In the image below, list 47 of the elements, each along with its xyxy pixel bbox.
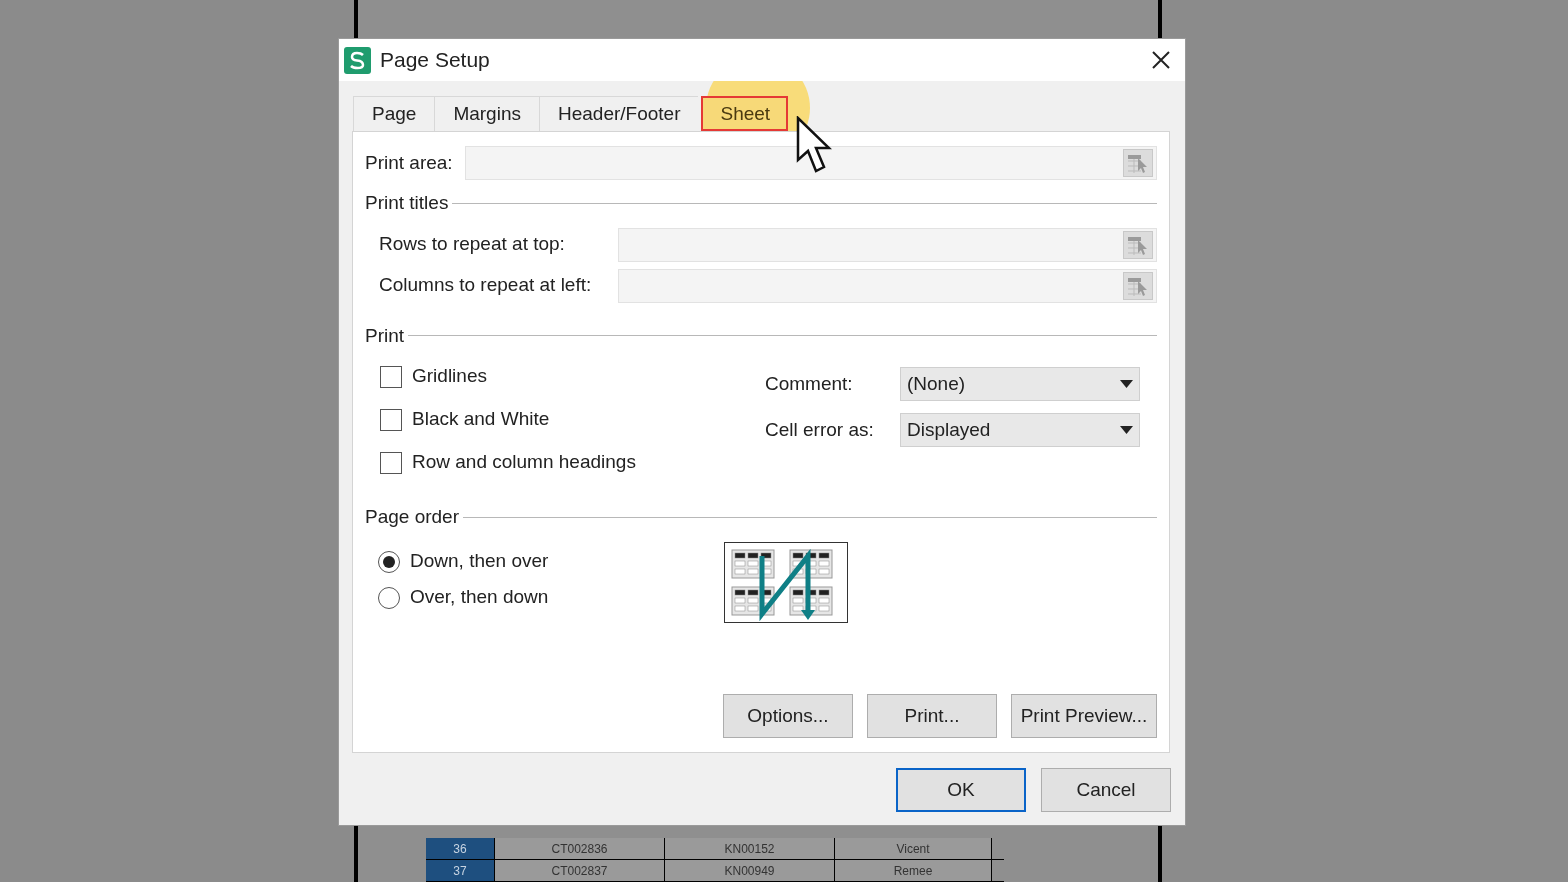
section-heading: Print titles (365, 191, 449, 215)
dialog-button[interactable]: Print... (867, 694, 997, 738)
section-heading: Page order (365, 505, 459, 529)
input-field[interactable] (618, 268, 1157, 303)
caret-icon (1120, 380, 1133, 388)
tab[interactable]: Sheet (701, 96, 789, 131)
app-logo-icon (344, 46, 371, 74)
checkbox-label: Black and White (412, 407, 550, 432)
table-cell: Vicent (834, 838, 992, 859)
field-label: Columns to repeat at left: (379, 273, 593, 298)
radio-button[interactable] (378, 550, 400, 573)
range-select-icon[interactable] (1123, 230, 1153, 259)
dropdown[interactable]: Displayed (900, 413, 1140, 447)
table-cell: CT002836 (494, 838, 664, 859)
row-header: 37 (426, 860, 494, 881)
dropdown[interactable]: (None) (900, 367, 1140, 401)
checkbox-label: Row and column headings (412, 450, 636, 475)
dialog-button[interactable]: Options... (723, 694, 853, 738)
input-field[interactable] (618, 227, 1157, 262)
range-select-icon[interactable] (1123, 271, 1153, 300)
table-cell: KN00949 (664, 860, 834, 881)
window-title: Page Setup (380, 47, 490, 74)
table-cell: Remee (834, 860, 992, 881)
checkbox-label: Gridlines (412, 364, 487, 389)
field-label: Rows to repeat at top: (379, 232, 566, 257)
caret-icon (1120, 426, 1133, 434)
tab[interactable]: Page (353, 96, 435, 131)
checkbox[interactable] (380, 451, 402, 474)
tab[interactable]: Header/Footer (538, 96, 699, 131)
tab[interactable]: Margins (434, 96, 539, 131)
checkbox[interactable] (380, 365, 402, 388)
radio-label: Down, then over (410, 549, 549, 574)
field-label: Comment: (765, 371, 854, 396)
dialog-button[interactable]: Cancel (1041, 768, 1171, 812)
field-label: Print area: (365, 150, 454, 175)
dialog-button[interactable]: Print Preview... (1011, 694, 1157, 738)
row-header: 36 (426, 838, 494, 859)
input-field[interactable] (465, 146, 1157, 180)
checkbox[interactable] (380, 408, 402, 431)
radio-button[interactable] (378, 586, 400, 609)
field-label: Cell error as: (765, 417, 875, 442)
dialog-button[interactable]: OK (896, 768, 1026, 812)
radio-label: Over, then down (410, 585, 549, 610)
table-cell: KN00152 (664, 838, 834, 859)
section-heading: Print (365, 323, 405, 348)
table-cell: CT002837 (494, 860, 664, 881)
close-icon[interactable] (1151, 50, 1171, 70)
